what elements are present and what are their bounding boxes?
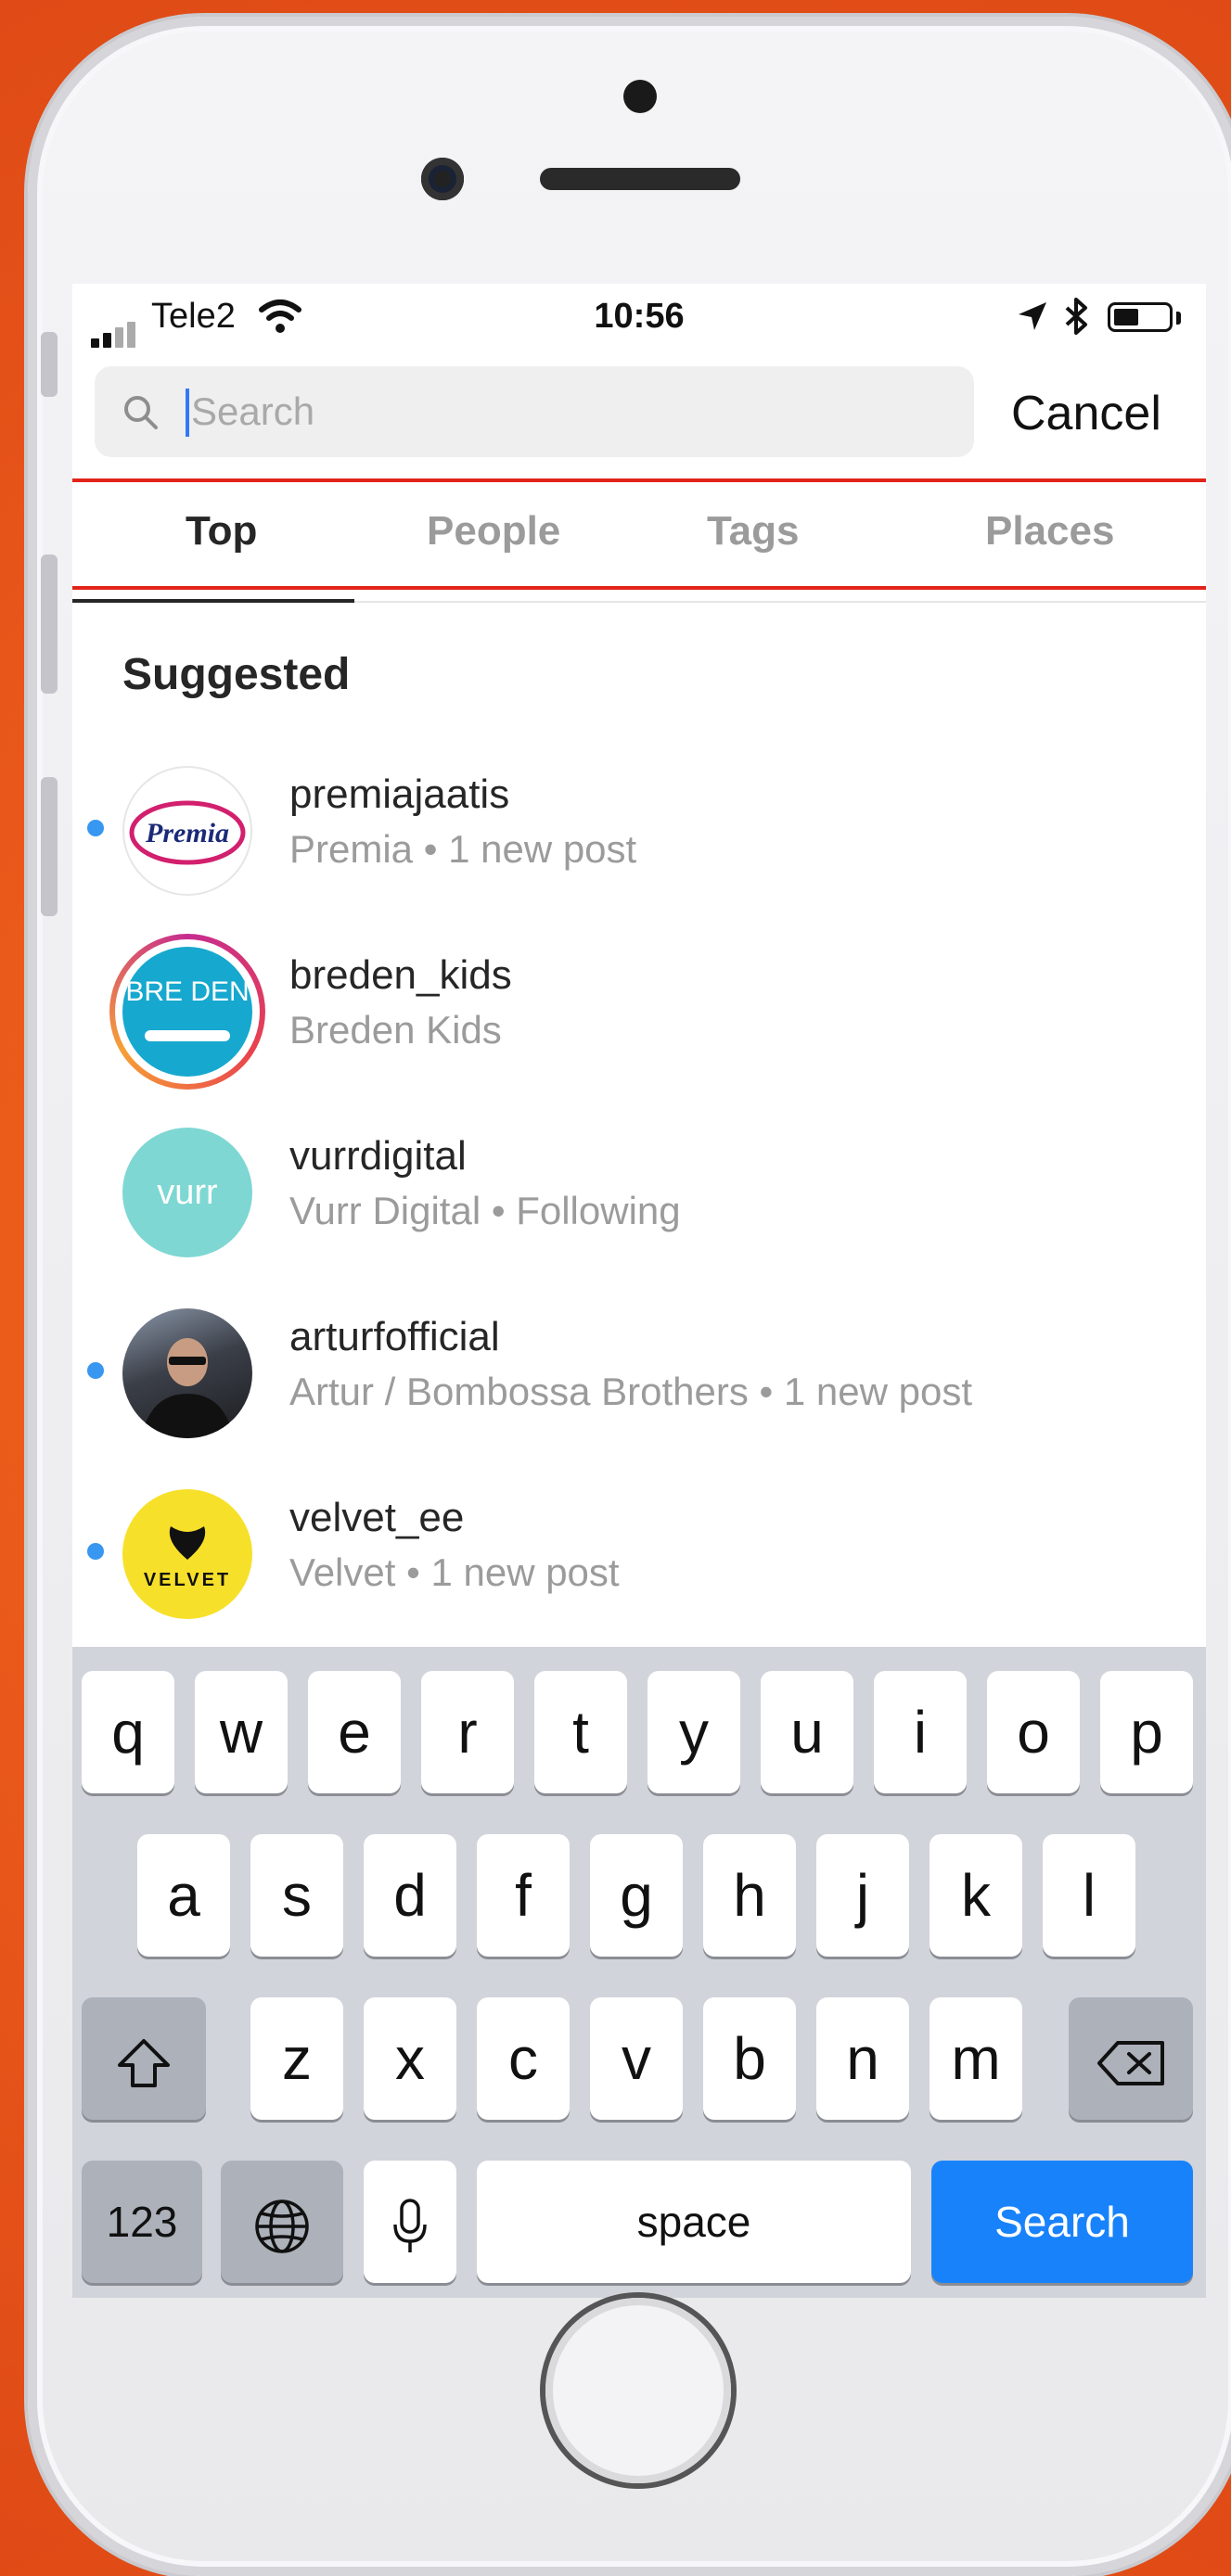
backspace-key[interactable] xyxy=(1069,1997,1193,2120)
unread-dot xyxy=(87,820,104,836)
key-f[interactable]: f xyxy=(477,1834,570,1957)
search-input[interactable] xyxy=(191,366,952,457)
earpiece-speaker xyxy=(540,168,740,190)
numbers-key[interactable]: 123 xyxy=(82,2161,202,2283)
key-z[interactable]: z xyxy=(250,1997,343,2120)
key-i[interactable]: i xyxy=(874,1671,967,1793)
cancel-button[interactable]: Cancel xyxy=(1011,386,1161,441)
battery-icon xyxy=(1108,302,1173,332)
key-r[interactable]: r xyxy=(421,1671,514,1793)
tab-people[interactable]: People xyxy=(427,508,560,555)
key-m[interactable]: m xyxy=(930,1997,1022,2120)
key-n[interactable]: n xyxy=(816,1997,909,2120)
unread-dot xyxy=(87,1362,104,1379)
user-subtitle: Artur / Bombossa Brothers • 1 new post xyxy=(289,1370,973,1413)
username: arturfofficial xyxy=(289,1314,500,1359)
list-item[interactable]: vurr vurrdigital Vurr Digital • Followin… xyxy=(72,1109,1206,1267)
user-subtitle: Breden Kids xyxy=(289,1008,502,1052)
status-bar: Tele2 10:56 xyxy=(72,284,1206,349)
bluetooth-icon xyxy=(1065,298,1087,335)
unread-dot xyxy=(87,1543,104,1560)
text-caret xyxy=(186,389,189,437)
proximity-sensor xyxy=(623,80,657,113)
key-l[interactable]: l xyxy=(1043,1834,1135,1957)
tab-places[interactable]: Places xyxy=(985,508,1114,555)
mute-switch xyxy=(41,332,58,397)
volume-up-button xyxy=(41,555,58,694)
key-c[interactable]: c xyxy=(477,1997,570,2120)
key-p[interactable]: p xyxy=(1100,1671,1193,1793)
search-icon xyxy=(124,396,158,429)
list-item[interactable]: VELVET velvet_ee Velvet • 1 new post xyxy=(72,1471,1206,1628)
avatar[interactable] xyxy=(122,1308,252,1438)
key-d[interactable]: d xyxy=(364,1834,456,1957)
key-b[interactable]: b xyxy=(703,1997,796,2120)
user-subtitle: Premia • 1 new post xyxy=(289,827,637,871)
list-item[interactable]: arturfofficial Artur / Bombossa Brothers… xyxy=(72,1290,1206,1447)
key-q[interactable]: q xyxy=(82,1671,174,1793)
home-button[interactable] xyxy=(545,2298,731,2483)
front-camera xyxy=(421,158,464,200)
keyboard: q w e r t y u i o p a s d f g h j k l z … xyxy=(72,1647,1206,2298)
user-subtitle: Vurr Digital • Following xyxy=(289,1189,681,1232)
key-e[interactable]: e xyxy=(308,1671,401,1793)
list-item[interactable]: BRE DEN breden_kids Breden Kids xyxy=(72,928,1206,1090)
volume-down-button xyxy=(41,777,58,916)
shift-key[interactable] xyxy=(82,1997,206,2120)
key-o[interactable]: o xyxy=(987,1671,1080,1793)
avatar[interactable]: vurr xyxy=(122,1128,252,1257)
key-v[interactable]: v xyxy=(590,1997,683,2120)
search-tabs: Top People Tags Places xyxy=(72,478,1206,590)
avatar-logo-text: Premia xyxy=(145,818,229,848)
section-heading: Suggested xyxy=(122,650,351,699)
screen: Tele2 10:56 Cancel Top People Tags Place… xyxy=(72,284,1206,2298)
username: velvet_ee xyxy=(289,1495,465,1540)
dictation-key[interactable] xyxy=(364,2161,456,2283)
avatar[interactable]: Premia xyxy=(122,766,252,896)
key-g[interactable]: g xyxy=(590,1834,683,1957)
key-y[interactable]: y xyxy=(648,1671,740,1793)
avatar-logo-text: BRE DEN xyxy=(125,976,249,1007)
backspace-icon xyxy=(1097,2041,1164,2086)
globe-icon xyxy=(255,2200,309,2253)
username: breden_kids xyxy=(289,952,512,998)
space-key[interactable]: space xyxy=(477,2161,911,2283)
key-s[interactable]: s xyxy=(250,1834,343,1957)
key-t[interactable]: t xyxy=(534,1671,627,1793)
key-u[interactable]: u xyxy=(761,1671,853,1793)
key-a[interactable]: a xyxy=(137,1834,230,1957)
location-arrow-icon xyxy=(1019,302,1046,330)
avatar[interactable]: BRE DEN xyxy=(109,934,265,1090)
tab-top[interactable]: Top xyxy=(186,508,257,555)
key-k[interactable]: k xyxy=(930,1834,1022,1957)
avatar[interactable]: VELVET xyxy=(122,1489,252,1619)
search-key[interactable]: Search xyxy=(931,2161,1193,2283)
globe-key[interactable] xyxy=(221,2161,343,2283)
key-w[interactable]: w xyxy=(195,1671,288,1793)
username: premiajaatis xyxy=(289,772,510,817)
battery-tip xyxy=(1176,312,1181,325)
user-subtitle: Velvet • 1 new post xyxy=(289,1550,620,1594)
key-j[interactable]: j xyxy=(816,1834,909,1957)
tab-tags[interactable]: Tags xyxy=(707,508,799,555)
search-field[interactable] xyxy=(95,366,974,457)
active-tab-indicator xyxy=(72,599,354,603)
microphone-icon xyxy=(393,2199,427,2253)
avatar-logo-text: VELVET xyxy=(144,1570,231,1590)
avatar-logo-text: vurr xyxy=(157,1173,218,1212)
list-item[interactable]: Premia premiajaatis Premia • 1 new post xyxy=(72,747,1206,905)
key-h[interactable]: h xyxy=(703,1834,796,1957)
key-x[interactable]: x xyxy=(364,1997,456,2120)
username: vurrdigital xyxy=(289,1133,467,1179)
shift-icon xyxy=(118,2039,170,2088)
